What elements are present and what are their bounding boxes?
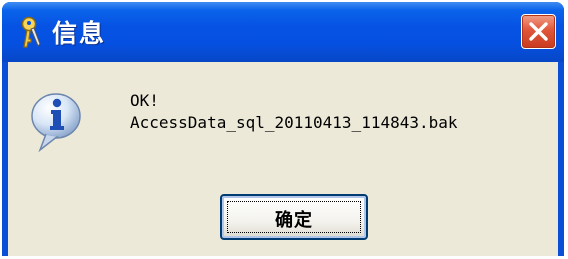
message-line-2: AccessData_sql_20110413_114843.bak	[130, 113, 458, 132]
ok-button-label: 确定	[275, 210, 313, 231]
key-icon	[18, 16, 46, 50]
ok-button[interactable]: 确定	[220, 194, 368, 240]
title-bar[interactable]: 信息	[2, 2, 564, 62]
dialog-title: 信息	[52, 19, 107, 48]
close-button[interactable]	[521, 14, 556, 49]
close-icon	[529, 22, 548, 41]
info-icon	[28, 90, 84, 154]
message-dialog: 信息 OK! AccessData_sql_20110413_114843.ba…	[2, 2, 564, 256]
dialog-body: OK! AccessData_sql_20110413_114843.bak 确…	[8, 62, 558, 256]
message-line-1: OK!	[130, 91, 159, 110]
